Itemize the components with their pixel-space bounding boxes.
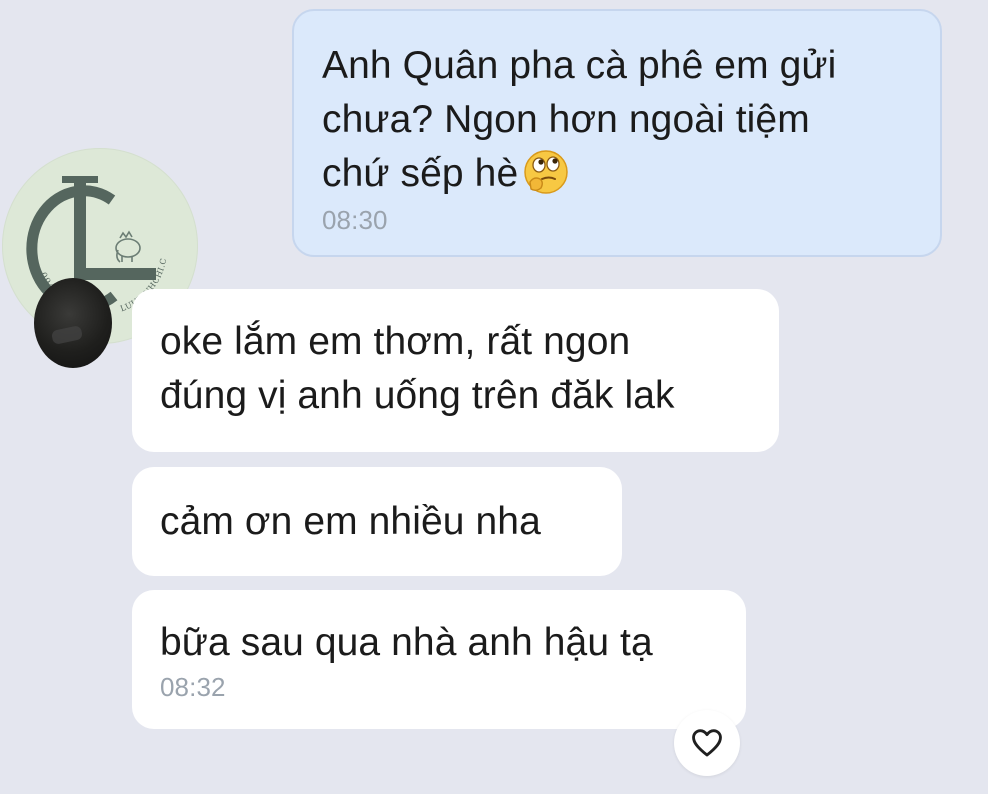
chat-thread: Anh Quân pha cà phê em gửi chưa? Ngon hơ… — [0, 0, 988, 794]
message-timestamp: 08:32 — [160, 672, 226, 702]
incoming-message-bubble[interactable]: oke lắm em thơm, rất ngon đúng vị anh uố… — [132, 289, 779, 452]
react-button[interactable] — [674, 710, 740, 776]
heart-outline-icon — [690, 726, 724, 760]
incoming-message-bubble[interactable]: cảm ơn em nhiều nha — [132, 467, 622, 576]
contact-avatar[interactable] — [34, 278, 112, 368]
message-text: Anh Quân pha cà phê em gửi chưa? Ngon hơ… — [322, 44, 837, 195]
message-text: oke lắm em thơm, rất ngon đúng vị anh uố… — [160, 320, 675, 417]
outgoing-message-bubble[interactable]: Anh Quân pha cà phê em gửi chưa? Ngon hơ… — [292, 9, 942, 257]
incoming-message-bubble[interactable]: bữa sau qua nhà anh hậu tạ 08:32 — [132, 590, 746, 729]
thinking-face-icon — [522, 148, 570, 196]
message-text: cảm ơn em nhiều nha — [160, 500, 541, 543]
message-text: bữa sau qua nhà anh hậu tạ — [160, 621, 653, 664]
message-timestamp: 08:30 — [322, 205, 388, 235]
